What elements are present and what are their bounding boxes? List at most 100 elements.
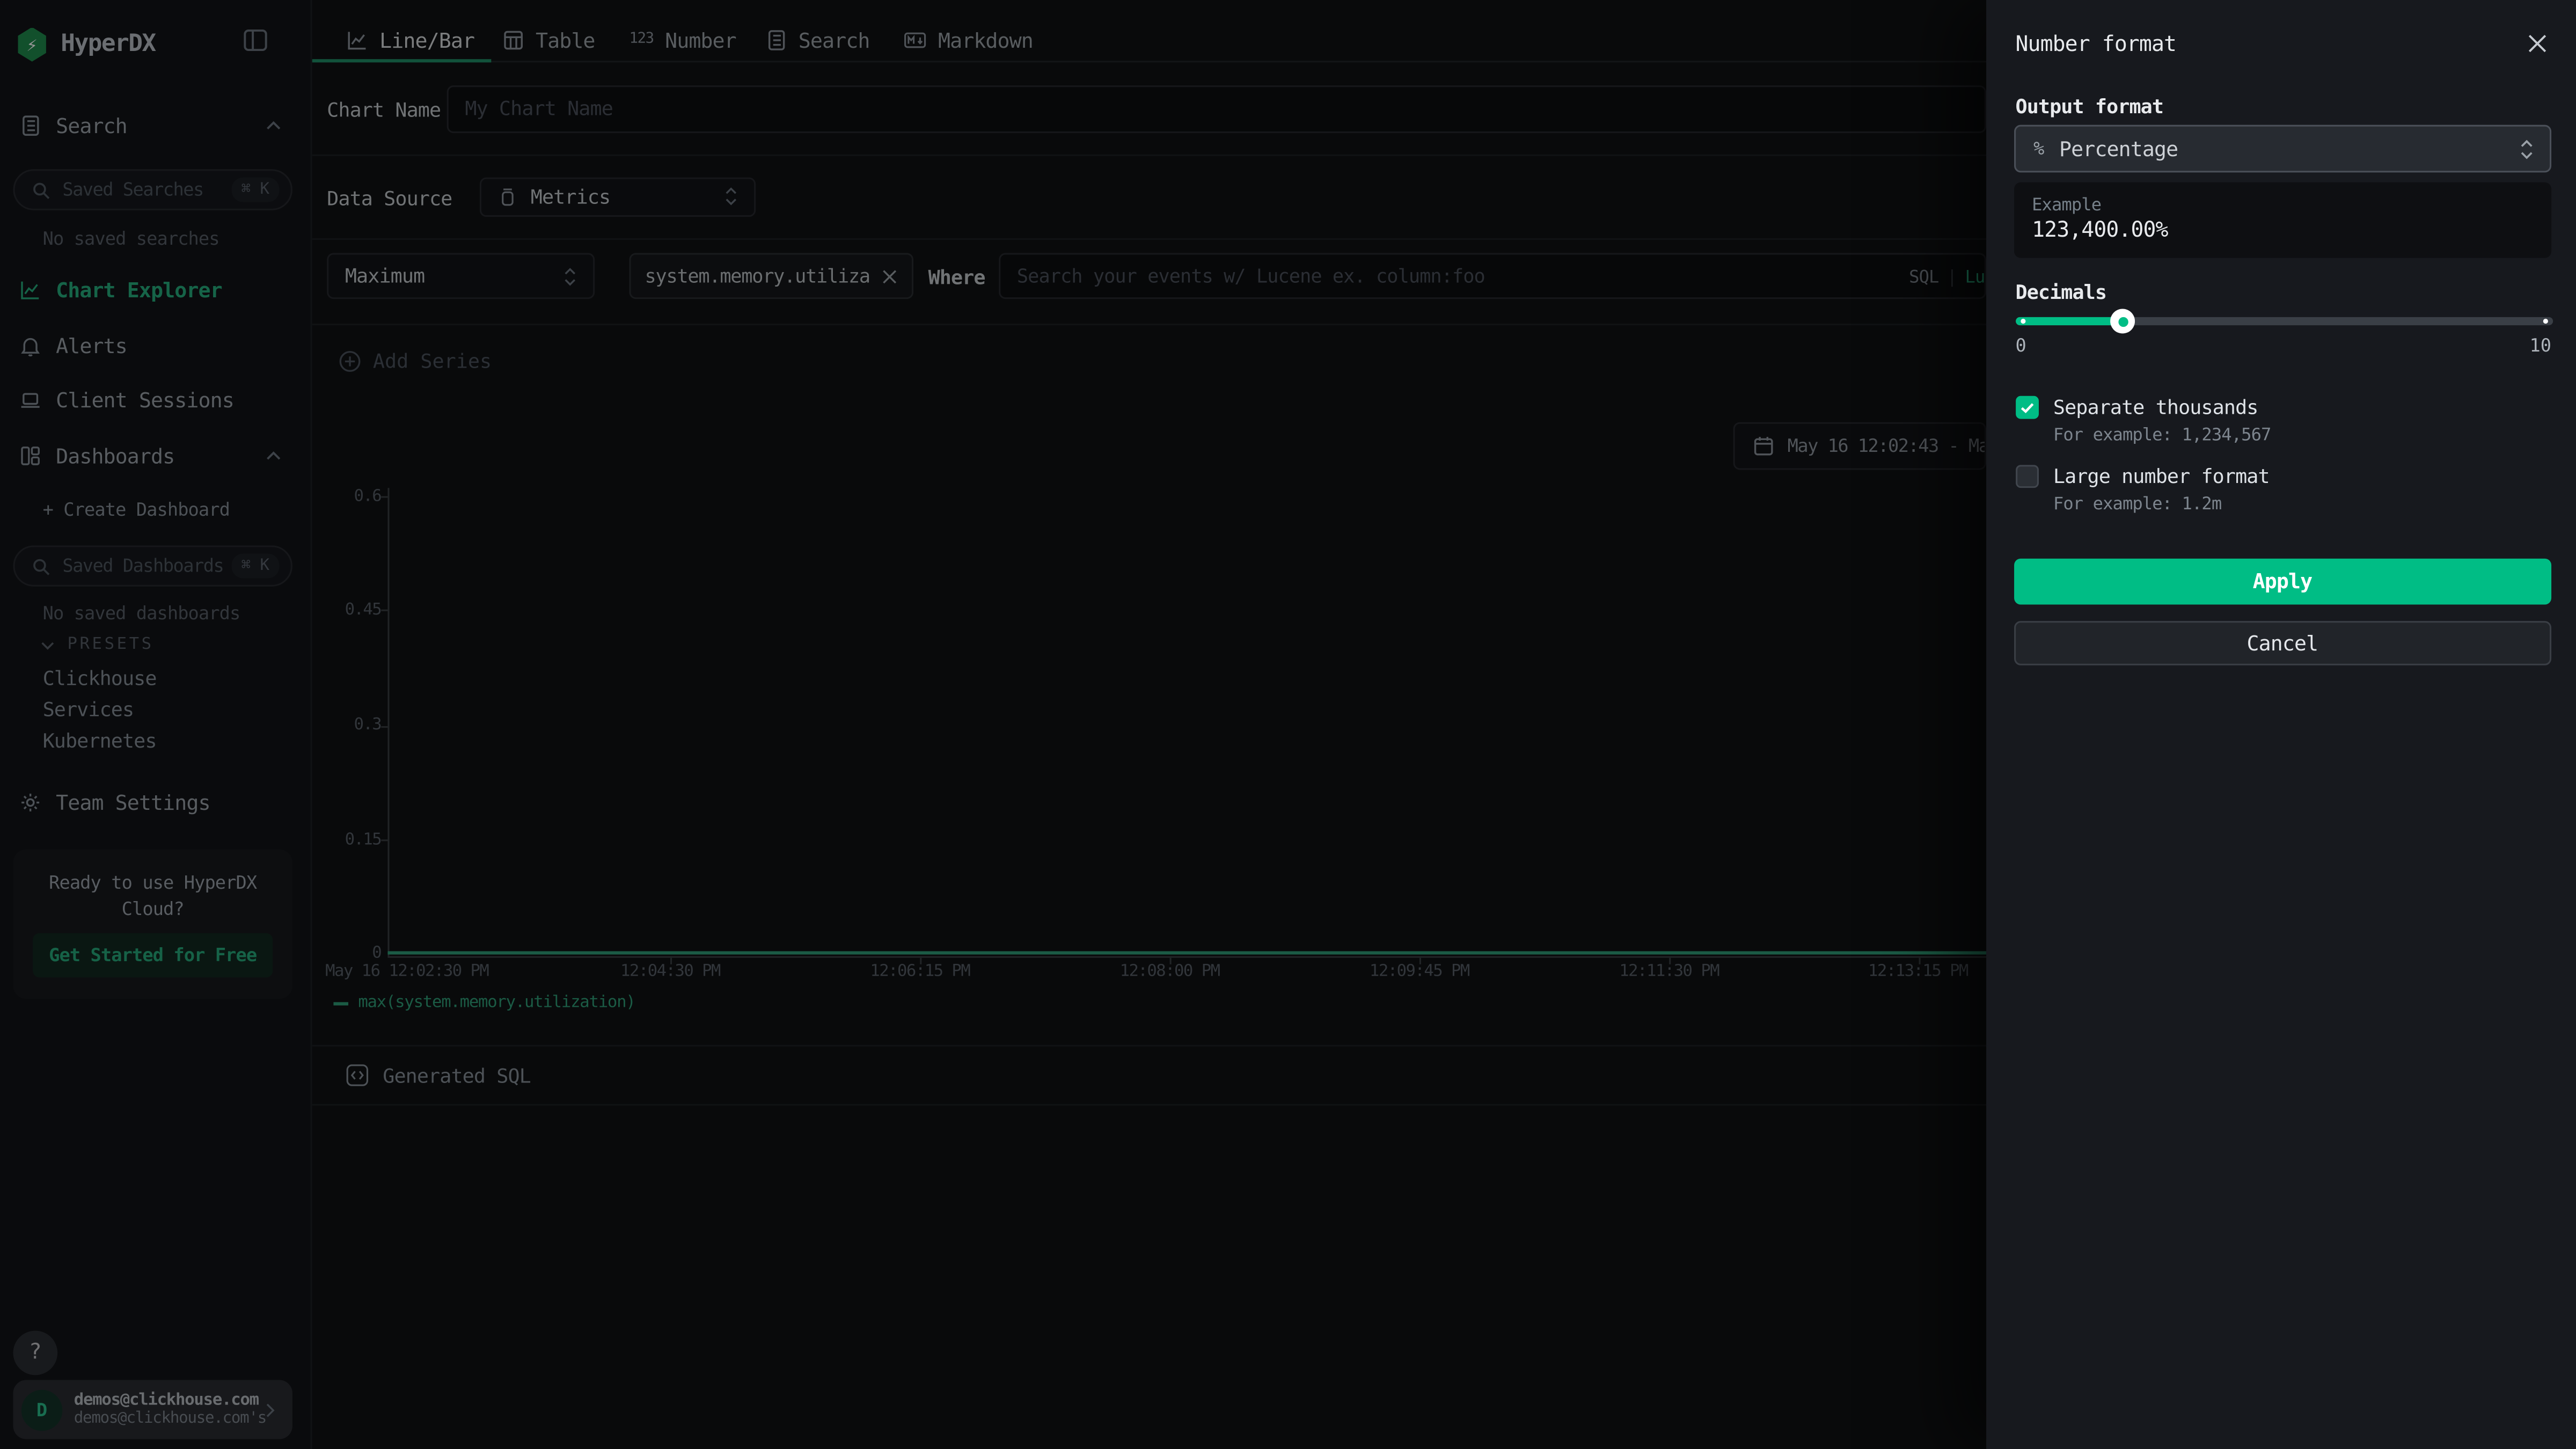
saved-dashboards-input[interactable]: Saved Dashboards ⌘ K	[13, 545, 292, 587]
percent-icon: %	[2033, 138, 2044, 159]
large-number-row: Large number format For example: 1.2m	[2016, 465, 2270, 514]
sidebar-item-dashboards[interactable]: Dashboards	[0, 438, 312, 471]
calendar-icon	[1753, 435, 1774, 457]
sidebar-item-team-settings[interactable]: Team Settings	[0, 785, 312, 818]
x-tick: 12:08:00 PM	[1120, 963, 1220, 981]
cancel-button[interactable]: Cancel	[2014, 620, 2551, 665]
sidebar: ⚡ HyperDX Search Saved Searches ⌘ K No s…	[0, 0, 312, 1449]
large-number-checkbox[interactable]	[2016, 465, 2039, 488]
output-format-select[interactable]: % Percentage	[2014, 125, 2551, 173]
chevron-updown-icon	[562, 266, 579, 288]
date-range-value: May 16 12:02:43 - Ma	[1788, 435, 1986, 457]
tab-divider	[312, 60, 1986, 62]
x-tick: 12:11:30 PM	[1619, 963, 1719, 981]
slider-max-mark	[2543, 319, 2548, 324]
query-language-toggle[interactable]: SQL | Lu	[1909, 268, 1985, 288]
chevron-up-icon[interactable]	[265, 446, 283, 464]
y-tick: 0	[322, 945, 381, 963]
presets-header[interactable]: PRESETS	[39, 636, 153, 654]
apply-button[interactable]: Apply	[2014, 559, 2551, 604]
legend-series-name: max(system.memory.utilization)	[358, 994, 635, 1012]
data-source-select[interactable]: Metrics	[480, 177, 756, 216]
example-value: 123,400.00%	[2032, 218, 2168, 243]
data-source-label: Data Source	[327, 187, 452, 210]
slider-thumb[interactable]	[2111, 309, 2135, 334]
search-icon	[31, 180, 51, 200]
x-axis	[387, 955, 1986, 957]
saved-searches-input[interactable]: Saved Searches ⌘ K	[13, 169, 292, 210]
active-tab-indicator	[312, 58, 492, 63]
date-range-picker[interactable]: May 16 12:02:43 - Ma	[1733, 422, 1986, 470]
where-input[interactable]	[999, 254, 1986, 300]
separate-thousands-label: Separate thousands	[2053, 396, 2271, 419]
example-label: Example	[2032, 195, 2101, 215]
sidebar-item-client-sessions[interactable]: Client Sessions	[0, 383, 312, 415]
x-tick: 12:09:45 PM	[1370, 963, 1469, 981]
y-axis	[387, 488, 389, 955]
create-dashboard-button[interactable]: + Create Dashboard	[43, 500, 230, 521]
add-series-button[interactable]: Add Series	[339, 350, 492, 373]
dashboard-icon	[20, 444, 43, 466]
slider-fill	[2016, 317, 2123, 325]
chevron-right-icon	[261, 1401, 280, 1419]
app-window: ⚡ HyperDX Search Saved Searches ⌘ K No s…	[0, 0, 2576, 1449]
close-icon[interactable]	[2525, 31, 2550, 56]
lucene-toggle[interactable]: Lu	[1965, 268, 1985, 288]
x-tick: 12:04:30 PM	[620, 963, 720, 981]
tab-markdown[interactable]: Markdown	[904, 23, 1033, 56]
logs-icon	[20, 114, 43, 136]
sidebar-item-chart-explorer[interactable]: Chart Explorer	[0, 273, 312, 305]
aggregation-select[interactable]: Maximum	[327, 254, 595, 300]
y-tick: 0.45	[322, 601, 381, 619]
chart-legend: max(system.memory.utilization)	[333, 994, 635, 1012]
preset-clickhouse[interactable]: Clickhouse	[43, 667, 157, 690]
preset-kubernetes[interactable]: Kubernetes	[43, 729, 157, 752]
sidebar-item-search[interactable]: Search	[0, 108, 312, 141]
laptop-icon	[20, 389, 43, 410]
sql-toggle[interactable]: SQL	[1909, 268, 1938, 288]
chevron-updown-icon	[2518, 137, 2535, 160]
legend-line-swatch	[333, 1001, 348, 1005]
chart-name-input[interactable]	[447, 85, 1986, 133]
tab-number[interactable]: 123 Number	[629, 23, 736, 56]
series-line	[387, 950, 1986, 954]
x-tick: 12:13:15 PM	[1868, 963, 1968, 981]
help-button[interactable]: ?	[13, 1331, 57, 1375]
chevron-up-icon[interactable]	[265, 116, 283, 134]
user-menu[interactable]: D demos@clickhouse.com demos@clickhouse.…	[13, 1380, 292, 1439]
decimals-slider[interactable]	[2016, 317, 2553, 325]
separate-thousands-example: For example: 1,234,567	[2053, 426, 2271, 445]
shortcut-badge: ⌘ K	[231, 178, 279, 202]
get-started-button[interactable]: Get Started for Free	[33, 933, 273, 978]
chart-name-label: Chart Name	[327, 99, 441, 122]
tab-search[interactable]: Search	[766, 23, 870, 56]
remove-metric-icon[interactable]	[880, 268, 898, 286]
code-icon	[345, 1063, 370, 1088]
sidebar-item-alerts[interactable]: Alerts	[0, 328, 312, 361]
avatar: D	[21, 1389, 63, 1430]
gear-icon	[20, 791, 43, 813]
cloud-promo-text: Ready to use HyperDX Cloud?	[13, 870, 292, 923]
tab-table[interactable]: Table	[503, 23, 595, 56]
123-icon: 123	[629, 31, 653, 48]
generated-sql-toggle[interactable]: Generated SQL	[345, 1063, 531, 1088]
chevron-down-icon	[39, 636, 56, 653]
preset-services[interactable]: Services	[43, 698, 134, 721]
tab-line-bar[interactable]: Line/Bar	[347, 23, 474, 56]
hyperdx-logo-icon: ⚡	[17, 27, 48, 62]
app-logo[interactable]: ⚡ HyperDX	[17, 21, 296, 68]
metric-chip[interactable]: system.memory.utiliza	[628, 254, 913, 300]
slider-min-label: 0	[2016, 335, 2026, 356]
separate-thousands-checkbox[interactable]	[2016, 396, 2039, 419]
no-saved-searches-text: No saved searches	[43, 229, 219, 250]
collapse-sidebar-icon[interactable]	[243, 28, 268, 53]
y-tick: 0.3	[322, 716, 381, 735]
where-label: Where	[928, 266, 985, 289]
line-chart-icon	[20, 279, 43, 300]
slider-max-label: 10	[2529, 335, 2551, 356]
chevron-updown-icon	[723, 186, 740, 208]
output-format-value: Percentage	[2059, 136, 2178, 161]
y-tick: 0.15	[322, 830, 381, 848]
large-number-example: For example: 1.2m	[2053, 494, 2270, 514]
table-icon	[503, 29, 524, 50]
